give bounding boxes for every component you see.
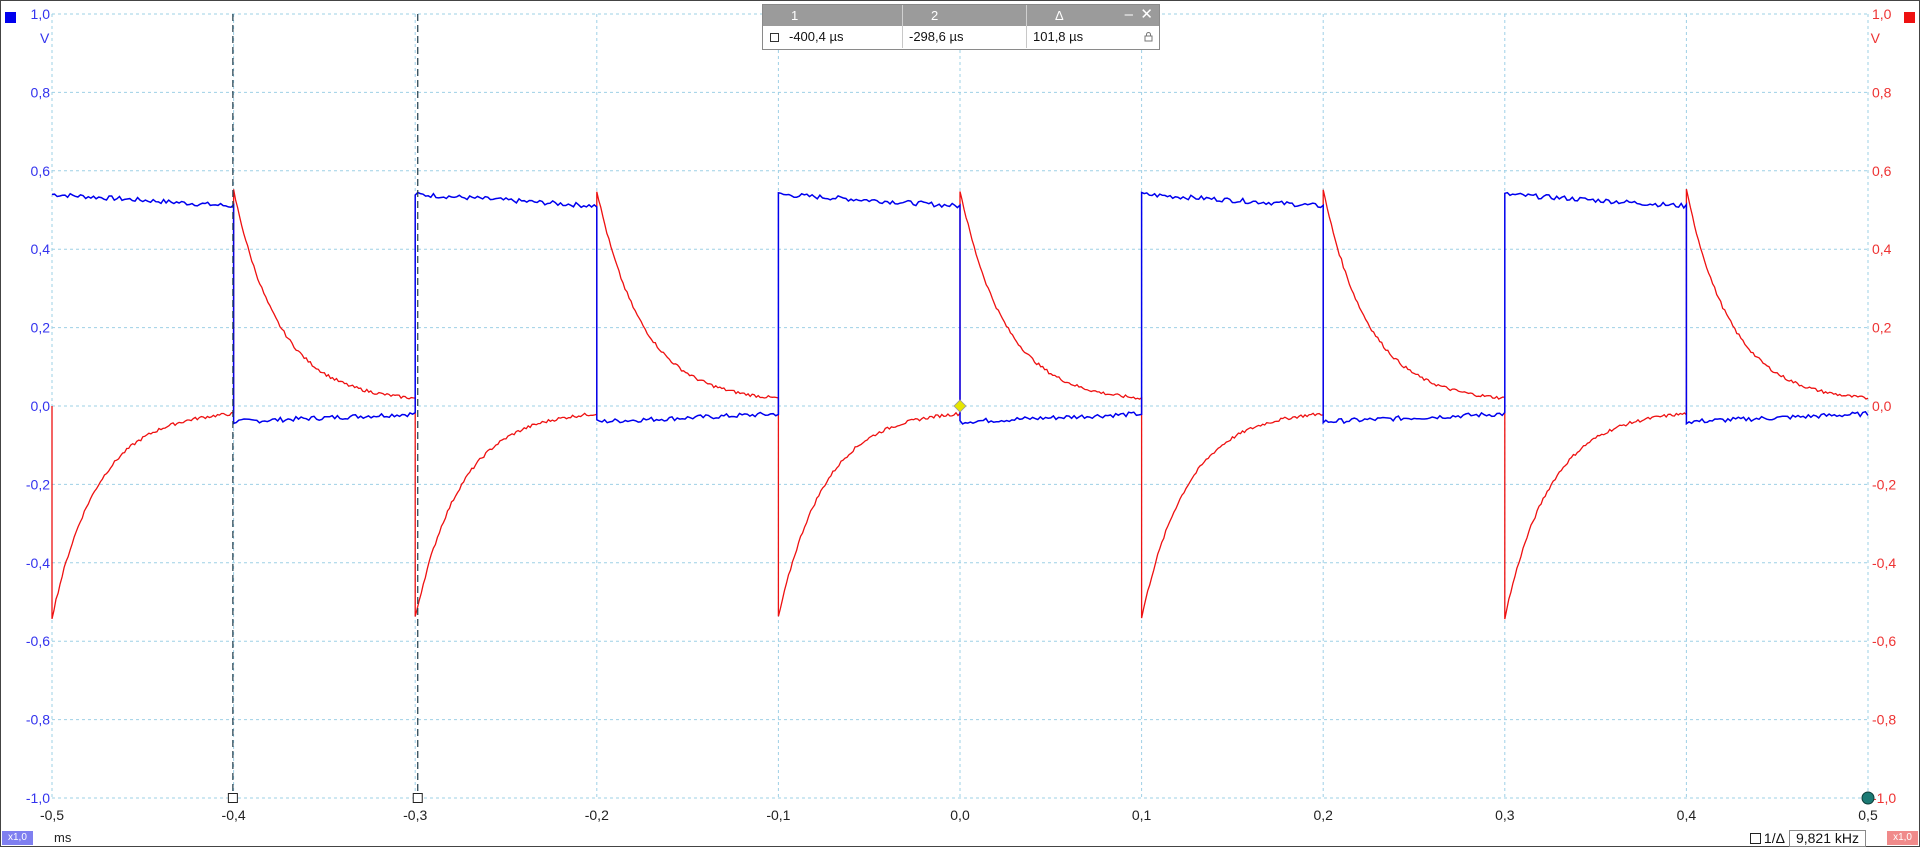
- left-axis-tick-label: -0,4: [26, 555, 50, 571]
- right-axis-tick-label: 0,4: [1872, 241, 1892, 257]
- time-axis-tick-label: -0,5: [40, 807, 64, 823]
- right-axis-tick-label: 0,8: [1872, 84, 1892, 100]
- left-axis-tick-label: 0,4: [31, 241, 51, 257]
- time-axis-tick-label: -0,3: [403, 807, 427, 823]
- lock-icon[interactable]: [1144, 32, 1153, 42]
- right-axis-tick-label: 0,0: [1872, 398, 1892, 414]
- right-axis-tick-label: 1,0: [1872, 6, 1892, 22]
- right-axis-tick-label: 0,2: [1872, 320, 1892, 336]
- frequency-value: 9,821 kHz: [1788, 829, 1866, 847]
- ruler-2-header: 2: [903, 5, 1027, 26]
- time-axis-tick-label: 0,5: [1858, 807, 1878, 823]
- channel-a-marker-icon: [5, 12, 16, 23]
- time-axis-tick-label: -0,2: [585, 807, 609, 823]
- left-axis-tick-label: 0,8: [31, 84, 51, 100]
- ruler-values-row: -400,4 µs -298,6 µs 101,8 µs: [763, 26, 1159, 48]
- ruler-2-value: -298,6 µs: [903, 26, 1027, 48]
- left-axis-tick-label: -1,0: [26, 790, 50, 806]
- ruler-square-icon: [1749, 832, 1761, 844]
- ruler-1-value: -400,4 µs: [763, 26, 903, 48]
- right-axis-tick-label: -0,6: [1872, 633, 1896, 649]
- channel-b-scale-badge[interactable]: x1,0: [1887, 831, 1918, 845]
- oscilloscope-chart[interactable]: 1,0 0,8 0,6 0,4 0,2 0,0 -0,2 -0,4 -0,6 -0,8 -1,0 1…: [0, 0, 1920, 847]
- left-axis-tick-label: -0,6: [26, 633, 50, 649]
- right-axis-unit: V: [1871, 30, 1881, 46]
- frequency-label: 1/Δ: [1763, 830, 1785, 846]
- time-axis-tick-label: 0,1: [1132, 807, 1152, 823]
- minimize-button[interactable]: ‒: [1125, 7, 1133, 22]
- left-axis-tick-label: -0,2: [26, 476, 50, 492]
- right-axis-tick-label: -0,4: [1872, 555, 1896, 571]
- ruler-panel-header[interactable]: 1 2 Δ ‒ ✕: [763, 5, 1159, 26]
- left-axis-tick-label: -0,8: [26, 712, 50, 728]
- channel-a-scale-badge[interactable]: x1,0: [2, 831, 33, 845]
- left-axis-unit: V: [40, 30, 50, 46]
- right-axis-tick-label: -0,8: [1872, 712, 1896, 728]
- right-axis-tick-label: 0,6: [1872, 163, 1892, 179]
- time-axis-tick-label: 0,0: [950, 807, 970, 823]
- time-axis-tick-label: 0,3: [1495, 807, 1515, 823]
- status-bar: x1,0 ms 1/Δ 9,821 kHz x1,0: [0, 827, 1920, 847]
- left-axis-tick-label: 0,2: [31, 320, 51, 336]
- right-axis-tick-label: -1,0: [1872, 790, 1896, 806]
- ruler-delta-value: 101,8 µs: [1033, 29, 1084, 44]
- close-button[interactable]: ✕: [1140, 7, 1153, 22]
- ruler-measurement-panel[interactable]: 1 2 Δ ‒ ✕ -400,4 µs -298,6 µs 101,8 µs: [762, 4, 1160, 50]
- time-units-label: ms: [54, 830, 72, 845]
- left-axis-tick-label: 0,0: [31, 398, 51, 414]
- channel-b-marker-icon: [1904, 12, 1915, 23]
- time-axis-tick-label: -0,4: [222, 807, 246, 823]
- ruler-delta-header: Δ: [1055, 8, 1064, 23]
- right-axis-tick-label: -0,2: [1872, 476, 1896, 492]
- left-axis-tick-label: 0,6: [31, 163, 51, 179]
- time-axis-tick-label: 0,2: [1313, 807, 1333, 823]
- ruler-square-icon: [770, 33, 779, 42]
- ruler-handle-1: [227, 793, 238, 803]
- ruler-handle-2: [412, 793, 423, 803]
- ruler-1-header: 1: [763, 5, 903, 26]
- time-axis-tick-label: -0,1: [766, 807, 790, 823]
- left-axis-tick-label: 1,0: [31, 6, 51, 22]
- time-axis-tick-label: 0,4: [1677, 807, 1697, 823]
- time-offset-marker: [1861, 791, 1875, 805]
- ruler-frequency-readout: 1/Δ 9,821 kHz: [1749, 829, 1866, 847]
